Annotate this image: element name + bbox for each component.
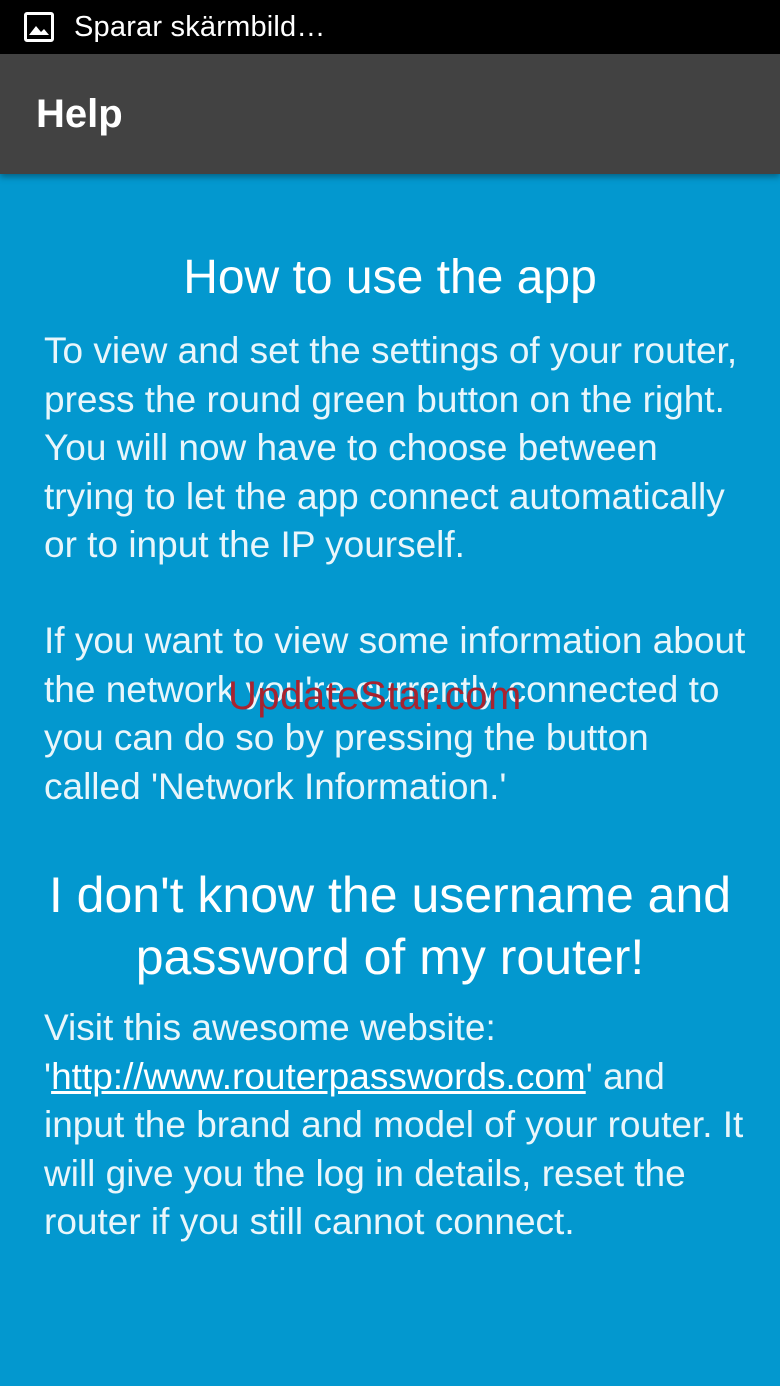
image-icon bbox=[24, 12, 54, 42]
paragraph-router-passwords: Visit this awesome website: 'http://www.… bbox=[44, 1004, 749, 1247]
watermark: UpdateStar.com bbox=[228, 674, 522, 718]
routerpasswords-link[interactable]: http://www.routerpasswords.com bbox=[51, 1056, 586, 1097]
app-bar: Help bbox=[0, 54, 780, 174]
status-notification-text: Sparar skärmbild… bbox=[74, 10, 326, 43]
status-bar: Sparar skärmbild… bbox=[0, 0, 780, 54]
paragraph-how-to-connect: To view and set the settings of your rou… bbox=[44, 330, 738, 565]
section-heading-how-to-use: How to use the app bbox=[183, 251, 597, 304]
section-heading-credentials: I don't know the username and password o… bbox=[48, 867, 732, 985]
page-title: Help bbox=[36, 91, 123, 136]
